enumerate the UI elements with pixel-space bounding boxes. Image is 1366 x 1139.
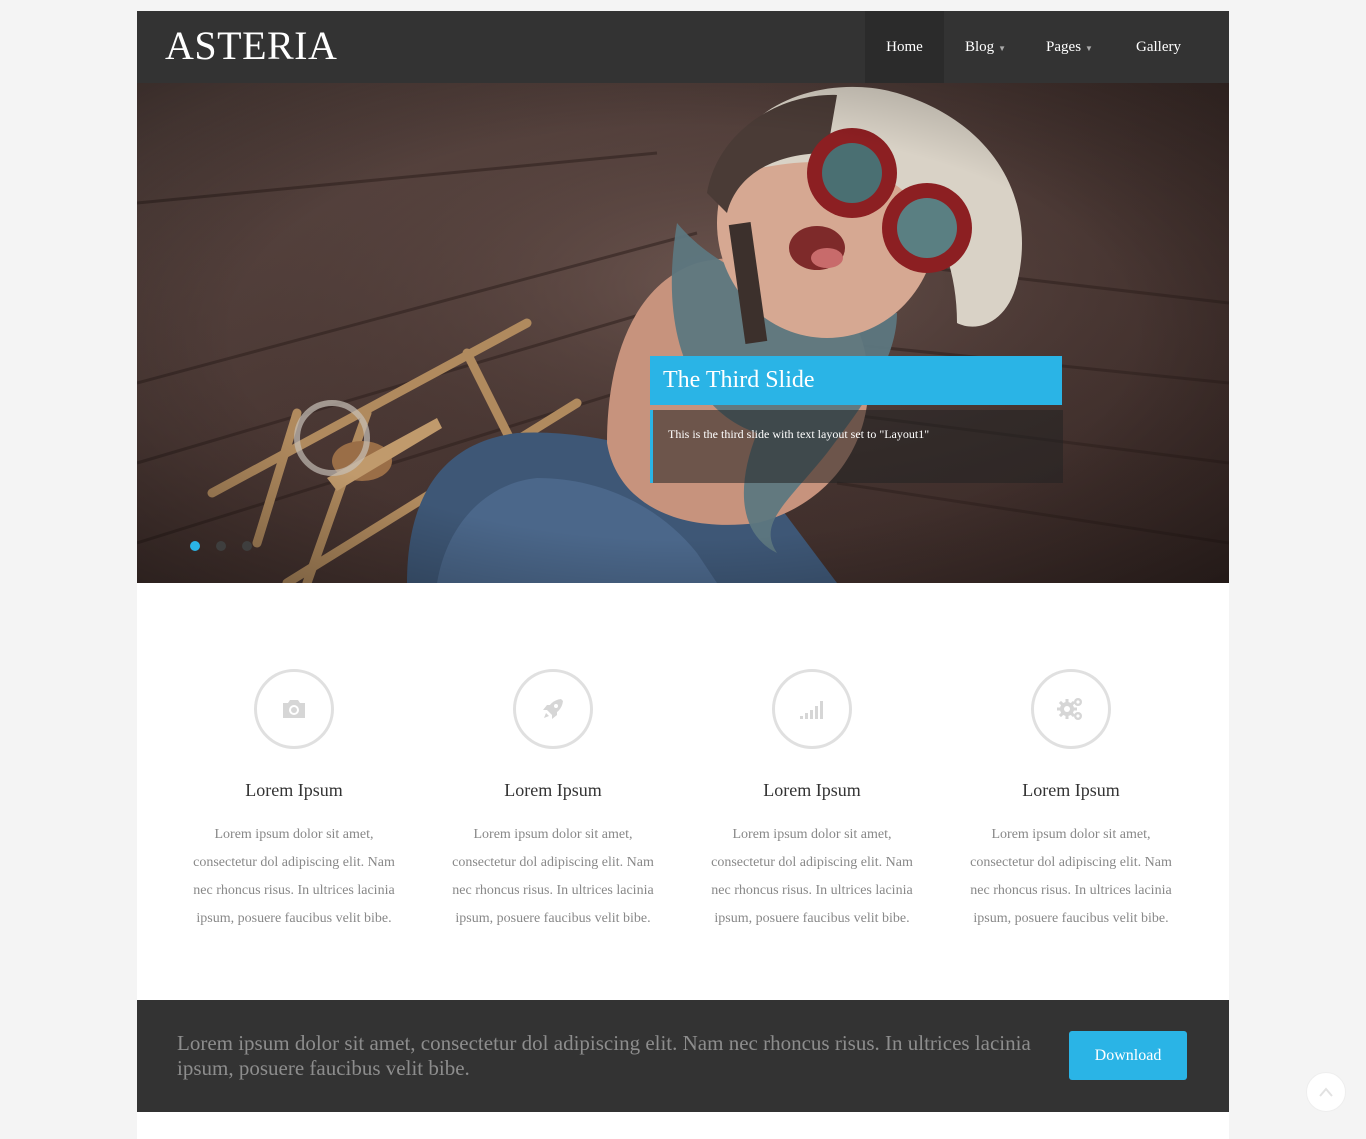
feature-text: Lorem ipsum dolor sit amet, consectetur …	[970, 827, 1172, 926]
feature-icon-circle	[254, 669, 334, 749]
feature-icon-circle	[772, 669, 852, 749]
feature-title: Lorem Ipsum	[245, 780, 343, 800]
feature-card: Lorem Ipsum Lorem ipsum dolor sit amet, …	[697, 669, 927, 933]
nav-item-pages[interactable]: Pages ▼	[1027, 11, 1112, 83]
rocket-icon	[543, 699, 563, 719]
slide-image	[137, 83, 1229, 583]
feature-icon-circle	[1031, 669, 1111, 749]
nav-item-gallery[interactable]: Gallery	[1112, 11, 1229, 83]
nav-item-label: Pages	[1046, 38, 1082, 55]
gears-icon	[1057, 698, 1082, 720]
nav-item-label: Gallery	[1136, 38, 1181, 55]
main-nav: Home Blog ▼ Pages ▼ Gallery	[865, 11, 1229, 83]
signal-bars-icon	[800, 701, 823, 719]
feature-text: Lorem ipsum dolor sit amet, consectetur …	[193, 827, 395, 926]
back-to-top-button[interactable]	[1306, 1072, 1346, 1112]
camera-icon	[283, 700, 305, 718]
slide-caption-body: This is the third slide with text layout…	[668, 427, 930, 441]
feature-icon-circle	[513, 669, 593, 749]
chevron-down-icon: ▼	[1085, 43, 1093, 53]
cta-text: Lorem ipsum dolor sit amet, consectetur …	[177, 1031, 1031, 1080]
feature-title: Lorem Ipsum	[504, 780, 602, 800]
nav-item-home[interactable]: Home	[865, 11, 944, 83]
feature-title: Lorem Ipsum	[1022, 780, 1120, 800]
slide-caption-text: This is the third slide with text layout…	[650, 410, 1063, 483]
slider-pagination	[190, 541, 252, 551]
nav-item-blog[interactable]: Blog ▼	[944, 11, 1027, 83]
site-logo[interactable]: ASTERIA	[165, 23, 337, 69]
feature-card: Lorem Ipsum Lorem ipsum dolor sit amet, …	[438, 669, 668, 933]
feature-title: Lorem Ipsum	[763, 780, 861, 800]
page-container: ASTERIA Home Blog ▼ Pages ▼ Gallery The …	[137, 11, 1229, 1139]
feature-card: Lorem Ipsum Lorem ipsum dolor sit amet, …	[179, 669, 409, 933]
download-button[interactable]: Download	[1069, 1031, 1187, 1080]
slider-dot-2[interactable]	[216, 541, 226, 551]
chevron-down-icon: ▼	[998, 43, 1007, 53]
nav-item-label: Blog	[964, 38, 995, 55]
hero-slider[interactable]: The Third Slide This is the third slide …	[137, 83, 1229, 583]
nav-item-label: Home	[886, 38, 923, 55]
chevron-up-icon	[1319, 1087, 1333, 1097]
feature-text: Lorem ipsum dolor sit amet, consectetur …	[452, 827, 654, 926]
slider-dot-3[interactable]	[242, 541, 252, 551]
feature-text: Lorem ipsum dolor sit amet, consectetur …	[711, 827, 913, 926]
site-header: ASTERIA Home Blog ▼ Pages ▼ Gallery	[137, 11, 1229, 83]
call-to-action-bar: Lorem ipsum dolor sit amet, consectetur …	[137, 1000, 1229, 1112]
slide-caption-title: The Third Slide	[650, 356, 1062, 405]
slider-dot-1[interactable]	[190, 541, 200, 551]
feature-card: Lorem Ipsum Lorem ipsum dolor sit amet, …	[956, 669, 1186, 933]
